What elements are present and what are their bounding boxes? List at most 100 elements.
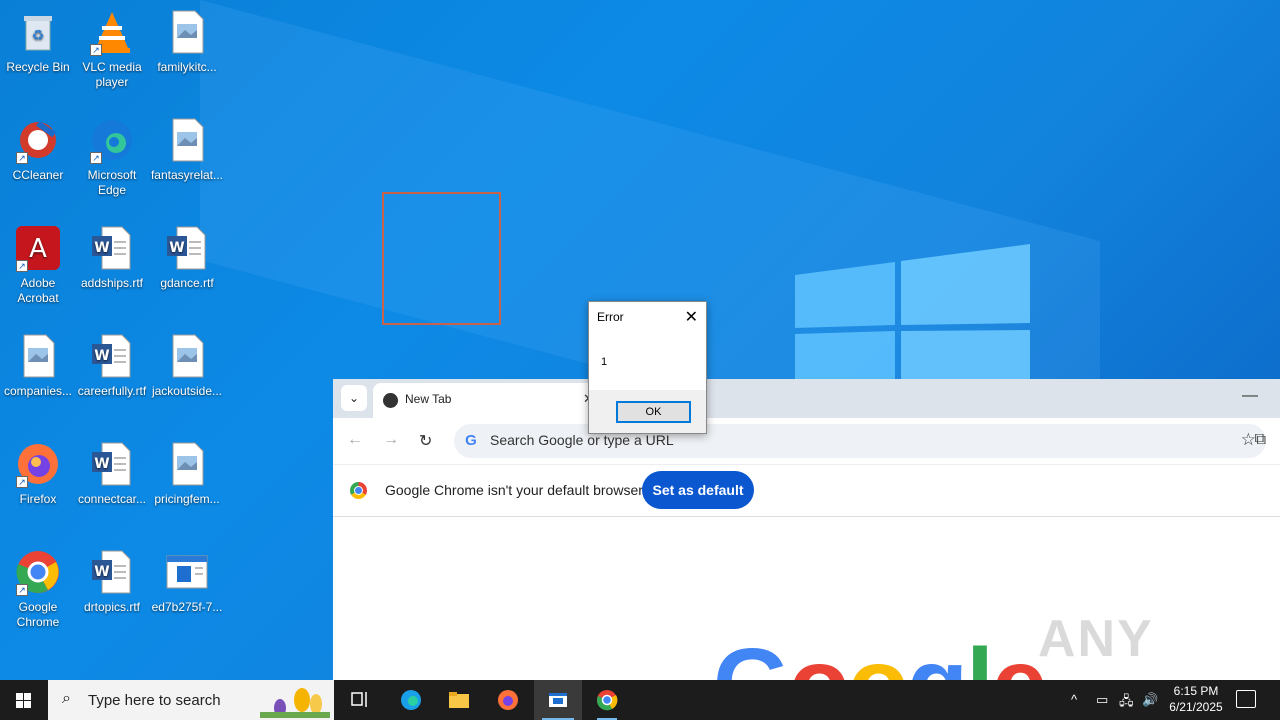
shortcut-arrow-icon: ↗ <box>90 152 102 164</box>
desktop-icon[interactable]: Waddships.rtf <box>74 218 150 291</box>
desktop-icon[interactable]: familykitc... <box>149 2 225 75</box>
word-doc-icon: W <box>88 440 136 488</box>
clock-time: 6:15 PM <box>1173 684 1219 698</box>
desktop-icon[interactable]: ↗ CCleaner <box>0 110 76 183</box>
window-app-icon <box>549 693 567 707</box>
task-view-icon <box>351 692 367 707</box>
show-hidden-icons-chevron-icon[interactable]: ^ <box>1071 692 1077 707</box>
tab-search-chevron-icon[interactable]: ⌄ <box>341 385 367 411</box>
desktop-icon[interactable]: ed7b275f-7... <box>149 542 225 615</box>
word-doc-icon: W <box>88 548 136 596</box>
taskbar-dialog-app-button[interactable] <box>534 680 582 720</box>
search-placeholder: Type here to search <box>88 692 221 709</box>
desktop-icon[interactable]: ♻ Recycle Bin <box>0 2 76 75</box>
desktop-icon-label: ed7b275f-7... <box>151 600 223 614</box>
desktop-icon[interactable]: A ↗ Adobe Acrobat <box>0 218 76 306</box>
shortcut-arrow-icon: ↗ <box>90 44 102 56</box>
omnibox-placeholder: Search Google or type a URL <box>490 432 674 448</box>
desktop-icon-label: drtopics.rtf <box>83 600 140 614</box>
vlc-icon: ↗ <box>88 8 136 56</box>
desktop-icon[interactable]: ↗ Microsoft Edge <box>74 110 150 198</box>
windows-logo-wallpaper <box>795 244 1030 385</box>
taskbar-search-box[interactable]: ⌕ Type here to search <box>48 680 334 720</box>
browser-toolbar: ← → ↻ G Search Google or type a URL ☆ ⧉ <box>333 418 1280 465</box>
chrome-icon <box>597 690 618 711</box>
reload-icon[interactable]: ↻ <box>419 431 432 451</box>
desktop-icon[interactable]: ↗ Google Chrome <box>0 542 76 630</box>
default-browser-infobar: Google Chrome isn't your default browser… <box>333 465 1280 517</box>
svg-text:W: W <box>94 456 109 472</box>
taskbar-file-explorer-button[interactable] <box>435 680 483 720</box>
desktop-icon-label: VLC media player <box>82 60 142 89</box>
network-icon[interactable]: 🖧 <box>1119 692 1134 714</box>
infobar-message: Google Chrome isn't your default browser <box>385 482 643 498</box>
set-as-default-button[interactable]: Set as default <box>642 471 754 509</box>
search-icon: ⌕ <box>62 690 71 707</box>
windows-start-icon <box>16 693 32 708</box>
desktop-icon[interactable]: ↗ Firefox <box>0 434 76 507</box>
desktop-icon-label: addships.rtf <box>80 276 144 290</box>
taskbar-chrome-button[interactable] <box>583 680 631 720</box>
extensions-puzzle-icon[interactable]: ⧉ <box>1255 431 1266 449</box>
desktop-icon-label: Google Chrome <box>16 600 60 629</box>
dialog-message: 1 <box>601 356 608 368</box>
image-file-icon <box>163 8 211 56</box>
desktop-icon[interactable]: Wconnectcar... <box>74 434 150 507</box>
desktop-icon-label: Recycle Bin <box>6 60 70 74</box>
exe-file-icon <box>163 548 211 596</box>
desktop-icon-label: connectcar... <box>77 492 147 506</box>
desktop-icon[interactable]: Wgdance.rtf <box>149 218 225 291</box>
volume-icon[interactable]: 🔊 <box>1142 692 1158 708</box>
svg-text:W: W <box>169 240 184 256</box>
desktop-icon-label: Microsoft Edge <box>87 168 137 197</box>
shortcut-arrow-icon: ↗ <box>16 152 28 164</box>
task-view-button[interactable] <box>336 680 384 720</box>
word-doc-icon: W <box>88 332 136 380</box>
dialog-title: Error <box>597 310 624 324</box>
dialog-body: 1 <box>589 332 706 390</box>
edge-icon: ↗ <box>88 116 136 164</box>
minimize-icon[interactable]: — <box>1242 387 1258 405</box>
taskbar-edge-button[interactable] <box>387 680 435 720</box>
shortcut-arrow-icon: ↗ <box>16 476 28 488</box>
desktop-icon[interactable]: fantasyrelat... <box>149 110 225 183</box>
close-icon[interactable]: ✕ <box>685 307 698 327</box>
image-file-icon <box>163 116 211 164</box>
word-doc-icon: W <box>163 224 211 272</box>
image-file-icon <box>14 332 62 380</box>
desktop-icon-label: familykitc... <box>157 60 217 74</box>
meet-now-icon[interactable]: ▭ <box>1096 692 1108 708</box>
omnibox[interactable]: G Search Google or type a URL ☆ <box>454 424 1266 458</box>
recycle-bin-icon: ♻ <box>14 8 62 56</box>
desktop-icon[interactable]: ↗ VLC media player <box>74 2 150 90</box>
image-file-icon <box>163 440 211 488</box>
desktop-icon[interactable]: jackoutside... <box>149 326 225 399</box>
taskbar-firefox-button[interactable] <box>484 680 532 720</box>
clock-date: 6/21/2025 <box>1169 700 1223 714</box>
shortcut-arrow-icon: ↗ <box>16 584 28 596</box>
ok-button[interactable]: OK <box>616 401 691 423</box>
back-arrow-icon[interactable]: ← <box>347 431 363 449</box>
image-file-icon <box>163 332 211 380</box>
taskbar-clock[interactable]: 6:15 PM 6/21/2025 <box>1162 683 1230 715</box>
start-button[interactable] <box>0 680 48 720</box>
desktop-icon-label: gdance.rtf <box>160 276 214 290</box>
desktop-icon-label: Adobe Acrobat <box>17 276 59 305</box>
desktop-icon[interactable]: pricingfem... <box>149 434 225 507</box>
notification-center-icon[interactable] <box>1236 690 1256 708</box>
dialog-titlebar: Error ✕ <box>589 302 706 332</box>
firefox-icon: ↗ <box>14 440 62 488</box>
desktop-icon[interactable]: Wcareerfully.rtf <box>74 326 150 399</box>
chrome-favicon-icon <box>383 393 398 408</box>
desktop-icon[interactable]: companies... <box>0 326 76 399</box>
svg-text:W: W <box>94 240 109 256</box>
selection-rectangle <box>382 192 501 325</box>
edge-icon <box>401 690 421 710</box>
forward-arrow-icon[interactable]: → <box>383 431 399 449</box>
desktop-icon-label: pricingfem... <box>154 492 220 506</box>
tab-strip: ⌄ New Tab ✕ — <box>333 379 1280 418</box>
svg-text:W: W <box>94 348 109 364</box>
desktop-icon-label: companies... <box>3 384 73 398</box>
desktop-icon[interactable]: Wdrtopics.rtf <box>74 542 150 615</box>
tab-new-tab[interactable]: New Tab ✕ <box>373 383 598 418</box>
